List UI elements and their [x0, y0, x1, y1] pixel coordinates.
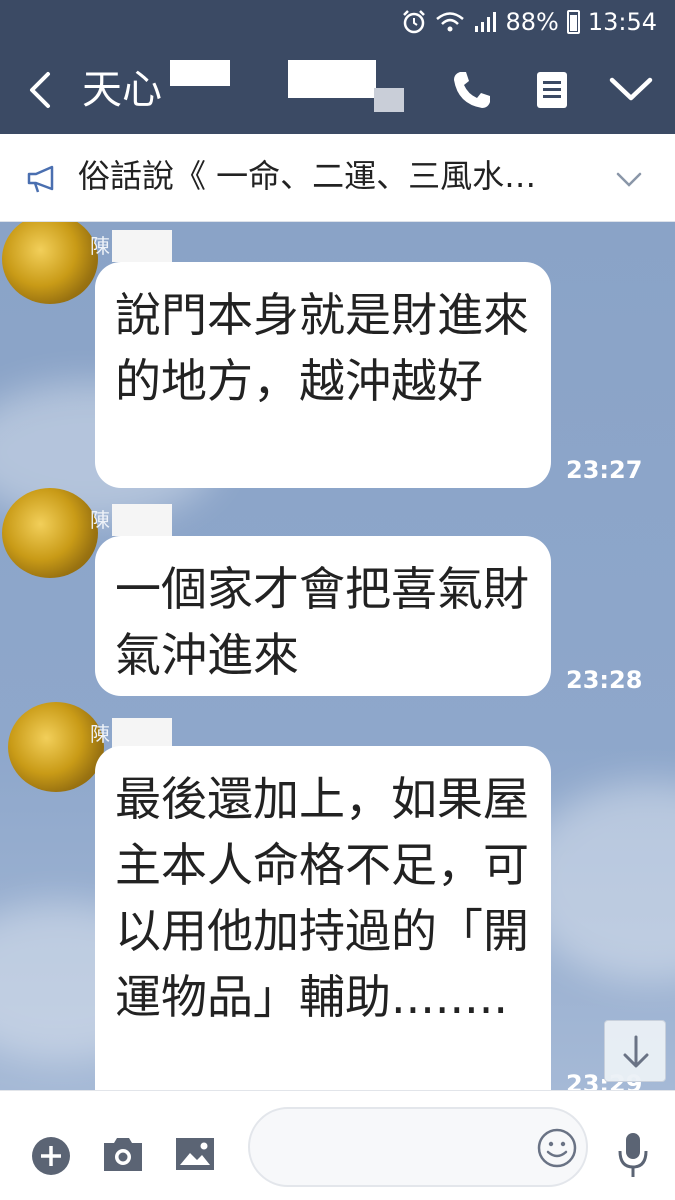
image-icon[interactable] — [174, 1135, 216, 1173]
arrow-down-icon — [623, 1035, 649, 1068]
composer-bar — [0, 1090, 675, 1200]
redaction-mask — [288, 60, 376, 98]
alarm-icon — [403, 10, 426, 34]
redaction-mask — [170, 60, 230, 86]
status-bar: 88% 13:54 — [0, 0, 675, 46]
avatar[interactable] — [2, 488, 98, 578]
sender-name: 陳 — [90, 722, 110, 746]
battery-icon — [566, 10, 580, 34]
back-arrow-icon[interactable] — [22, 66, 58, 114]
redaction-mask — [112, 504, 172, 536]
note-icon[interactable] — [535, 70, 569, 110]
announcement-bar[interactable]: 俗話說《 一命、二運、三風水… — [0, 134, 675, 222]
mic-icon[interactable] — [616, 1131, 650, 1181]
phone-icon[interactable] — [450, 68, 494, 112]
chevron-down-icon[interactable] — [608, 70, 654, 110]
status-icons: 88% 13:54 — [401, 8, 657, 36]
plus-icon[interactable] — [30, 1135, 72, 1177]
sender-name: 陳 — [90, 508, 110, 532]
message-time: 23:28 — [566, 666, 643, 694]
announcement-text: 俗話說《 一命、二運、三風水… — [78, 157, 537, 195]
redaction-mask — [112, 230, 172, 262]
message-bubble[interactable]: 最後還加上，如果屋主本人命格不足，可以用他加持過的「開運物品」輔助.......… — [95, 746, 551, 1090]
wifi-icon — [436, 12, 465, 32]
camera-icon[interactable] — [102, 1135, 144, 1173]
emoji-icon[interactable] — [536, 1127, 578, 1169]
chat-area[interactable]: 陳 說門本身就是財進來的地方，越沖越好 23:27 陳 一個家才會把喜氣財氣沖進… — [0, 222, 675, 1090]
signal-icon — [475, 12, 497, 32]
chevron-down-icon[interactable] — [614, 166, 644, 192]
redaction-mask — [374, 88, 404, 112]
message-bubble[interactable]: 說門本身就是財進來的地方，越沖越好 — [95, 262, 551, 488]
avatar[interactable] — [8, 702, 104, 792]
avatar[interactable] — [2, 222, 98, 304]
message-time: 23:27 — [566, 456, 643, 484]
chat-header: 天心 — [0, 46, 675, 134]
clock: 13:54 — [587, 8, 657, 36]
battery-percent: 88% — [505, 8, 559, 36]
sender-name: 陳 — [90, 234, 110, 258]
megaphone-icon — [27, 165, 54, 193]
redaction-mask — [112, 718, 172, 748]
message-bubble[interactable]: 一個家才會把喜氣財氣沖進來 — [95, 536, 551, 696]
scroll-to-bottom-button[interactable] — [604, 1020, 666, 1082]
chat-title: 天心 — [82, 67, 162, 113]
